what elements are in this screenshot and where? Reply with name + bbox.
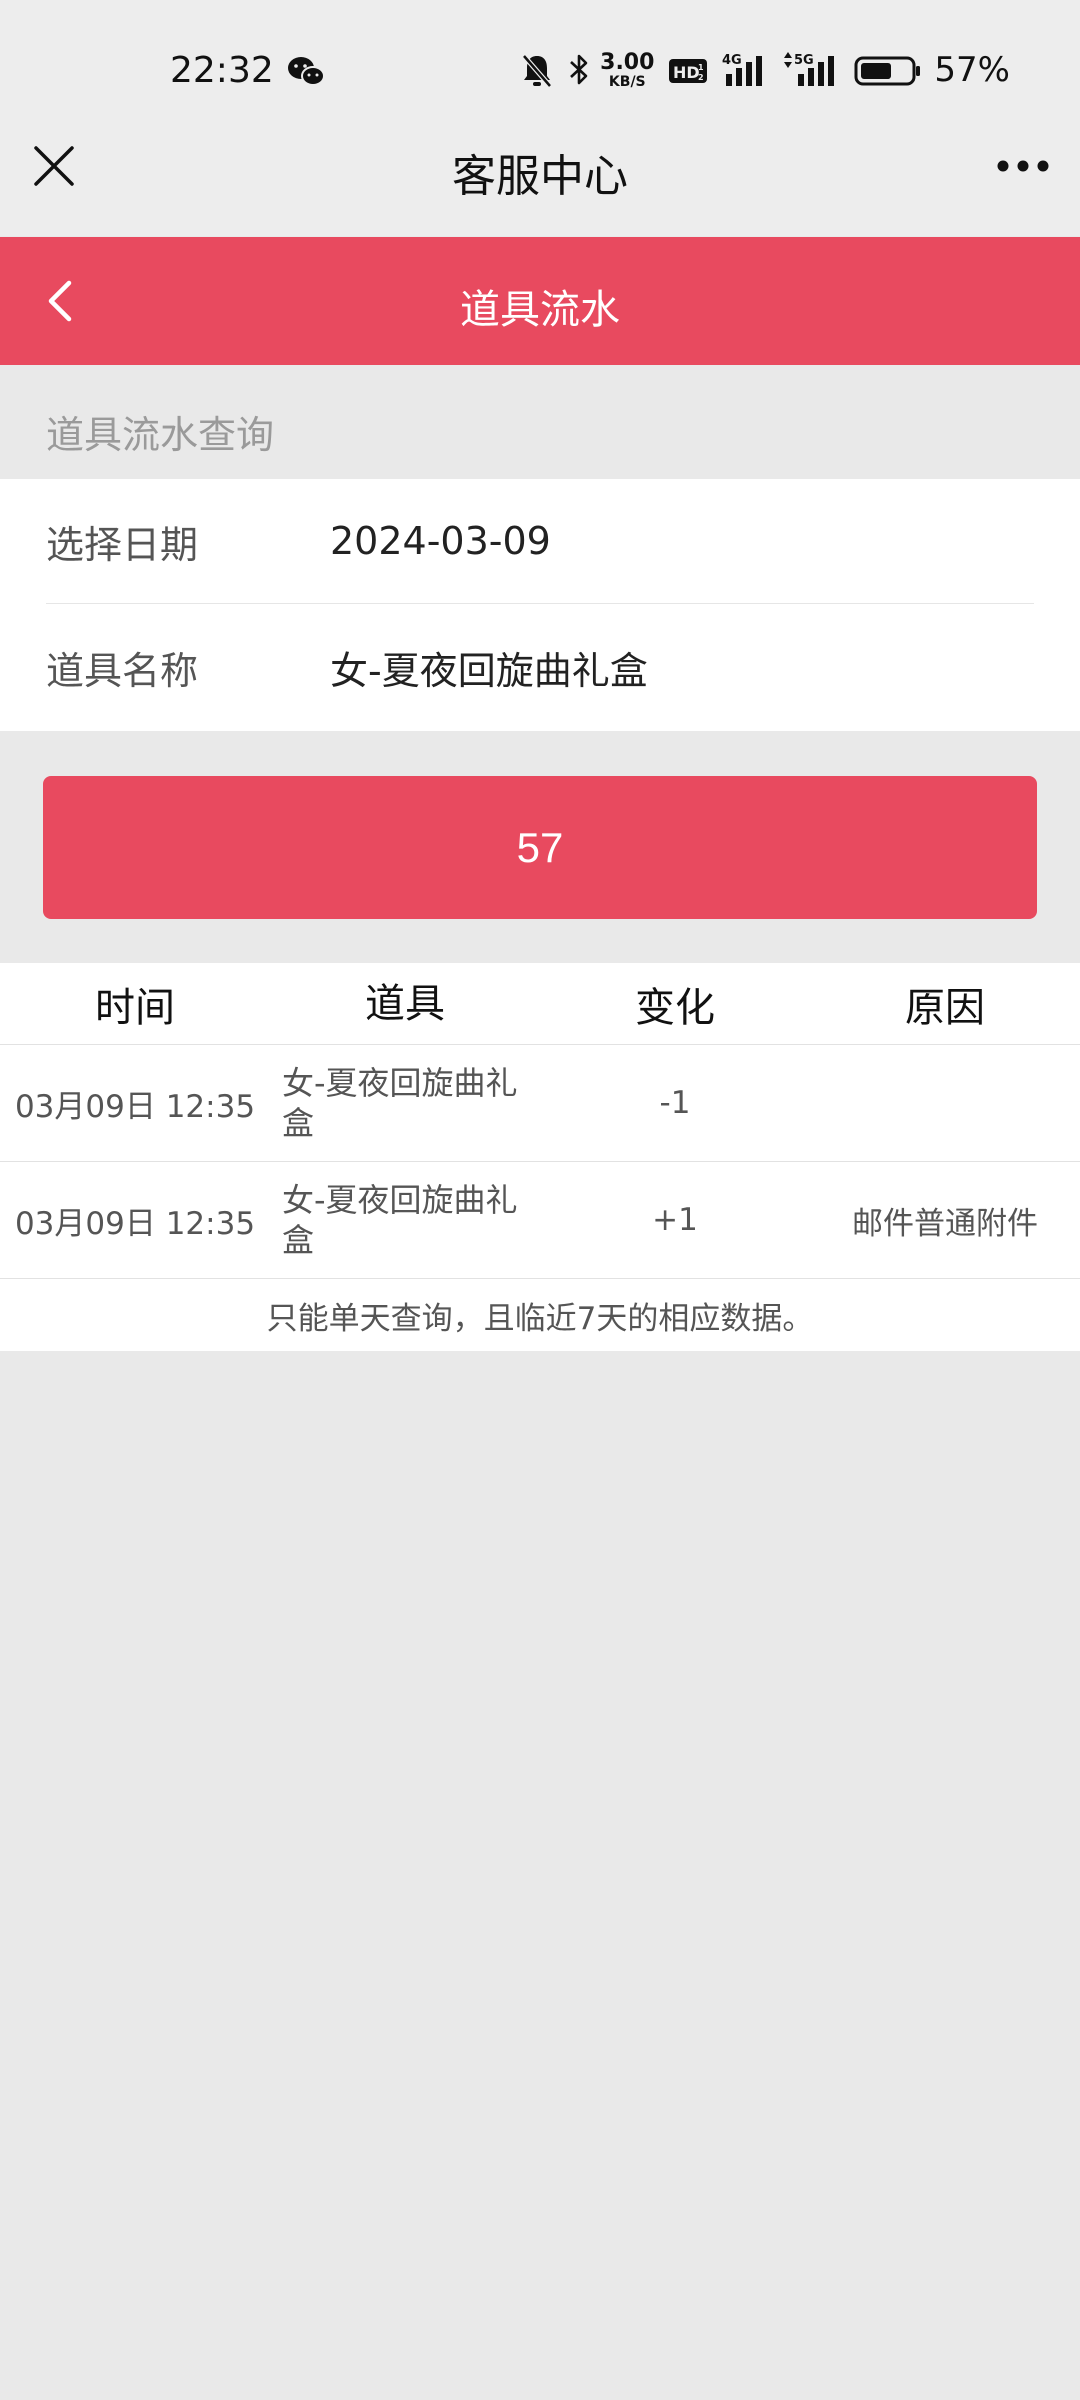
cell-change: -1 xyxy=(659,1085,691,1121)
svg-text:HD: HD xyxy=(673,63,700,82)
network-speed-value: 3.00 xyxy=(600,49,655,75)
battery-icon xyxy=(854,50,922,90)
svg-text:4G: 4G xyxy=(722,53,742,68)
status-time: 22:32 xyxy=(170,50,274,91)
bell-muted-icon xyxy=(520,50,554,90)
date-picker[interactable]: 2024-03-09 xyxy=(330,519,551,563)
page-title: 客服中心 xyxy=(452,151,628,202)
cell-item: 女-夏夜回旋曲礼盒 xyxy=(282,1181,518,1259)
query-note: 只能单天查询，且临近7天的相应数据。 xyxy=(266,1300,814,1337)
signal-4g-icon: 4G xyxy=(722,50,768,90)
item-name-selector[interactable]: 女-夏夜回旋曲礼盒 xyxy=(330,640,648,695)
section-caption: 道具流水查询 xyxy=(46,413,275,457)
cell-change: +1 xyxy=(652,1202,698,1238)
network-speed: 3.00 KB/S xyxy=(600,49,655,90)
query-button[interactable]: 57 xyxy=(43,776,1037,919)
cell-reason: 邮件普通附件 xyxy=(852,1205,1038,1242)
status-icons: 3.00 KB/S HD 1 2 4G 5G 57% xyxy=(506,48,1010,92)
table-row: 03月09日 12:35 女-夏夜回旋曲礼盒 -1 xyxy=(0,1045,1080,1162)
item-name-label: 道具名称 xyxy=(46,649,199,693)
more-icon xyxy=(997,160,1049,172)
svg-text:5G: 5G xyxy=(794,53,814,68)
cell-time: 03月09日 12:35 xyxy=(14,1088,256,1125)
bluetooth-icon xyxy=(568,50,590,90)
hd-icon: HD 1 2 xyxy=(668,50,708,90)
battery-percent: 57% xyxy=(934,50,1010,90)
network-speed-unit: KB/S xyxy=(608,73,646,90)
table-row: 03月09日 12:35 女-夏夜回旋曲礼盒 +1 邮件普通附件 xyxy=(0,1162,1080,1279)
wechat-icon xyxy=(286,54,326,90)
cell-time: 03月09日 12:35 xyxy=(14,1205,256,1242)
table-header: 时间 道具 变化 原因 xyxy=(0,963,1080,1045)
item-name-row[interactable]: 道具名称 女-夏夜回旋曲礼盒 xyxy=(46,605,1034,730)
column-header-time: 时间 xyxy=(95,984,175,1031)
svg-text:1: 1 xyxy=(698,63,704,72)
signal-5g-icon: 5G xyxy=(782,50,840,90)
column-header-reason: 原因 xyxy=(905,984,985,1031)
cell-item: 女-夏夜回旋曲礼盒 xyxy=(282,1064,518,1142)
results-table: 时间 道具 变化 原因 03月09日 12:35 女-夏夜回旋曲礼盒 -1 03… xyxy=(0,963,1080,1351)
more-button[interactable] xyxy=(990,138,1056,194)
title-bar: 客服中心 xyxy=(0,110,1080,236)
query-form: 选择日期 2024-03-09 道具名称 女-夏夜回旋曲礼盒 xyxy=(0,479,1080,731)
date-label: 选择日期 xyxy=(46,522,199,567)
column-header-change: 变化 xyxy=(635,984,715,1031)
column-header-item: 道具 xyxy=(365,980,445,1027)
svg-text:2: 2 xyxy=(698,73,704,82)
header-title: 道具流水 xyxy=(460,287,620,333)
app-header: 道具流水 xyxy=(0,237,1080,365)
date-row[interactable]: 选择日期 2024-03-09 xyxy=(46,479,1034,604)
